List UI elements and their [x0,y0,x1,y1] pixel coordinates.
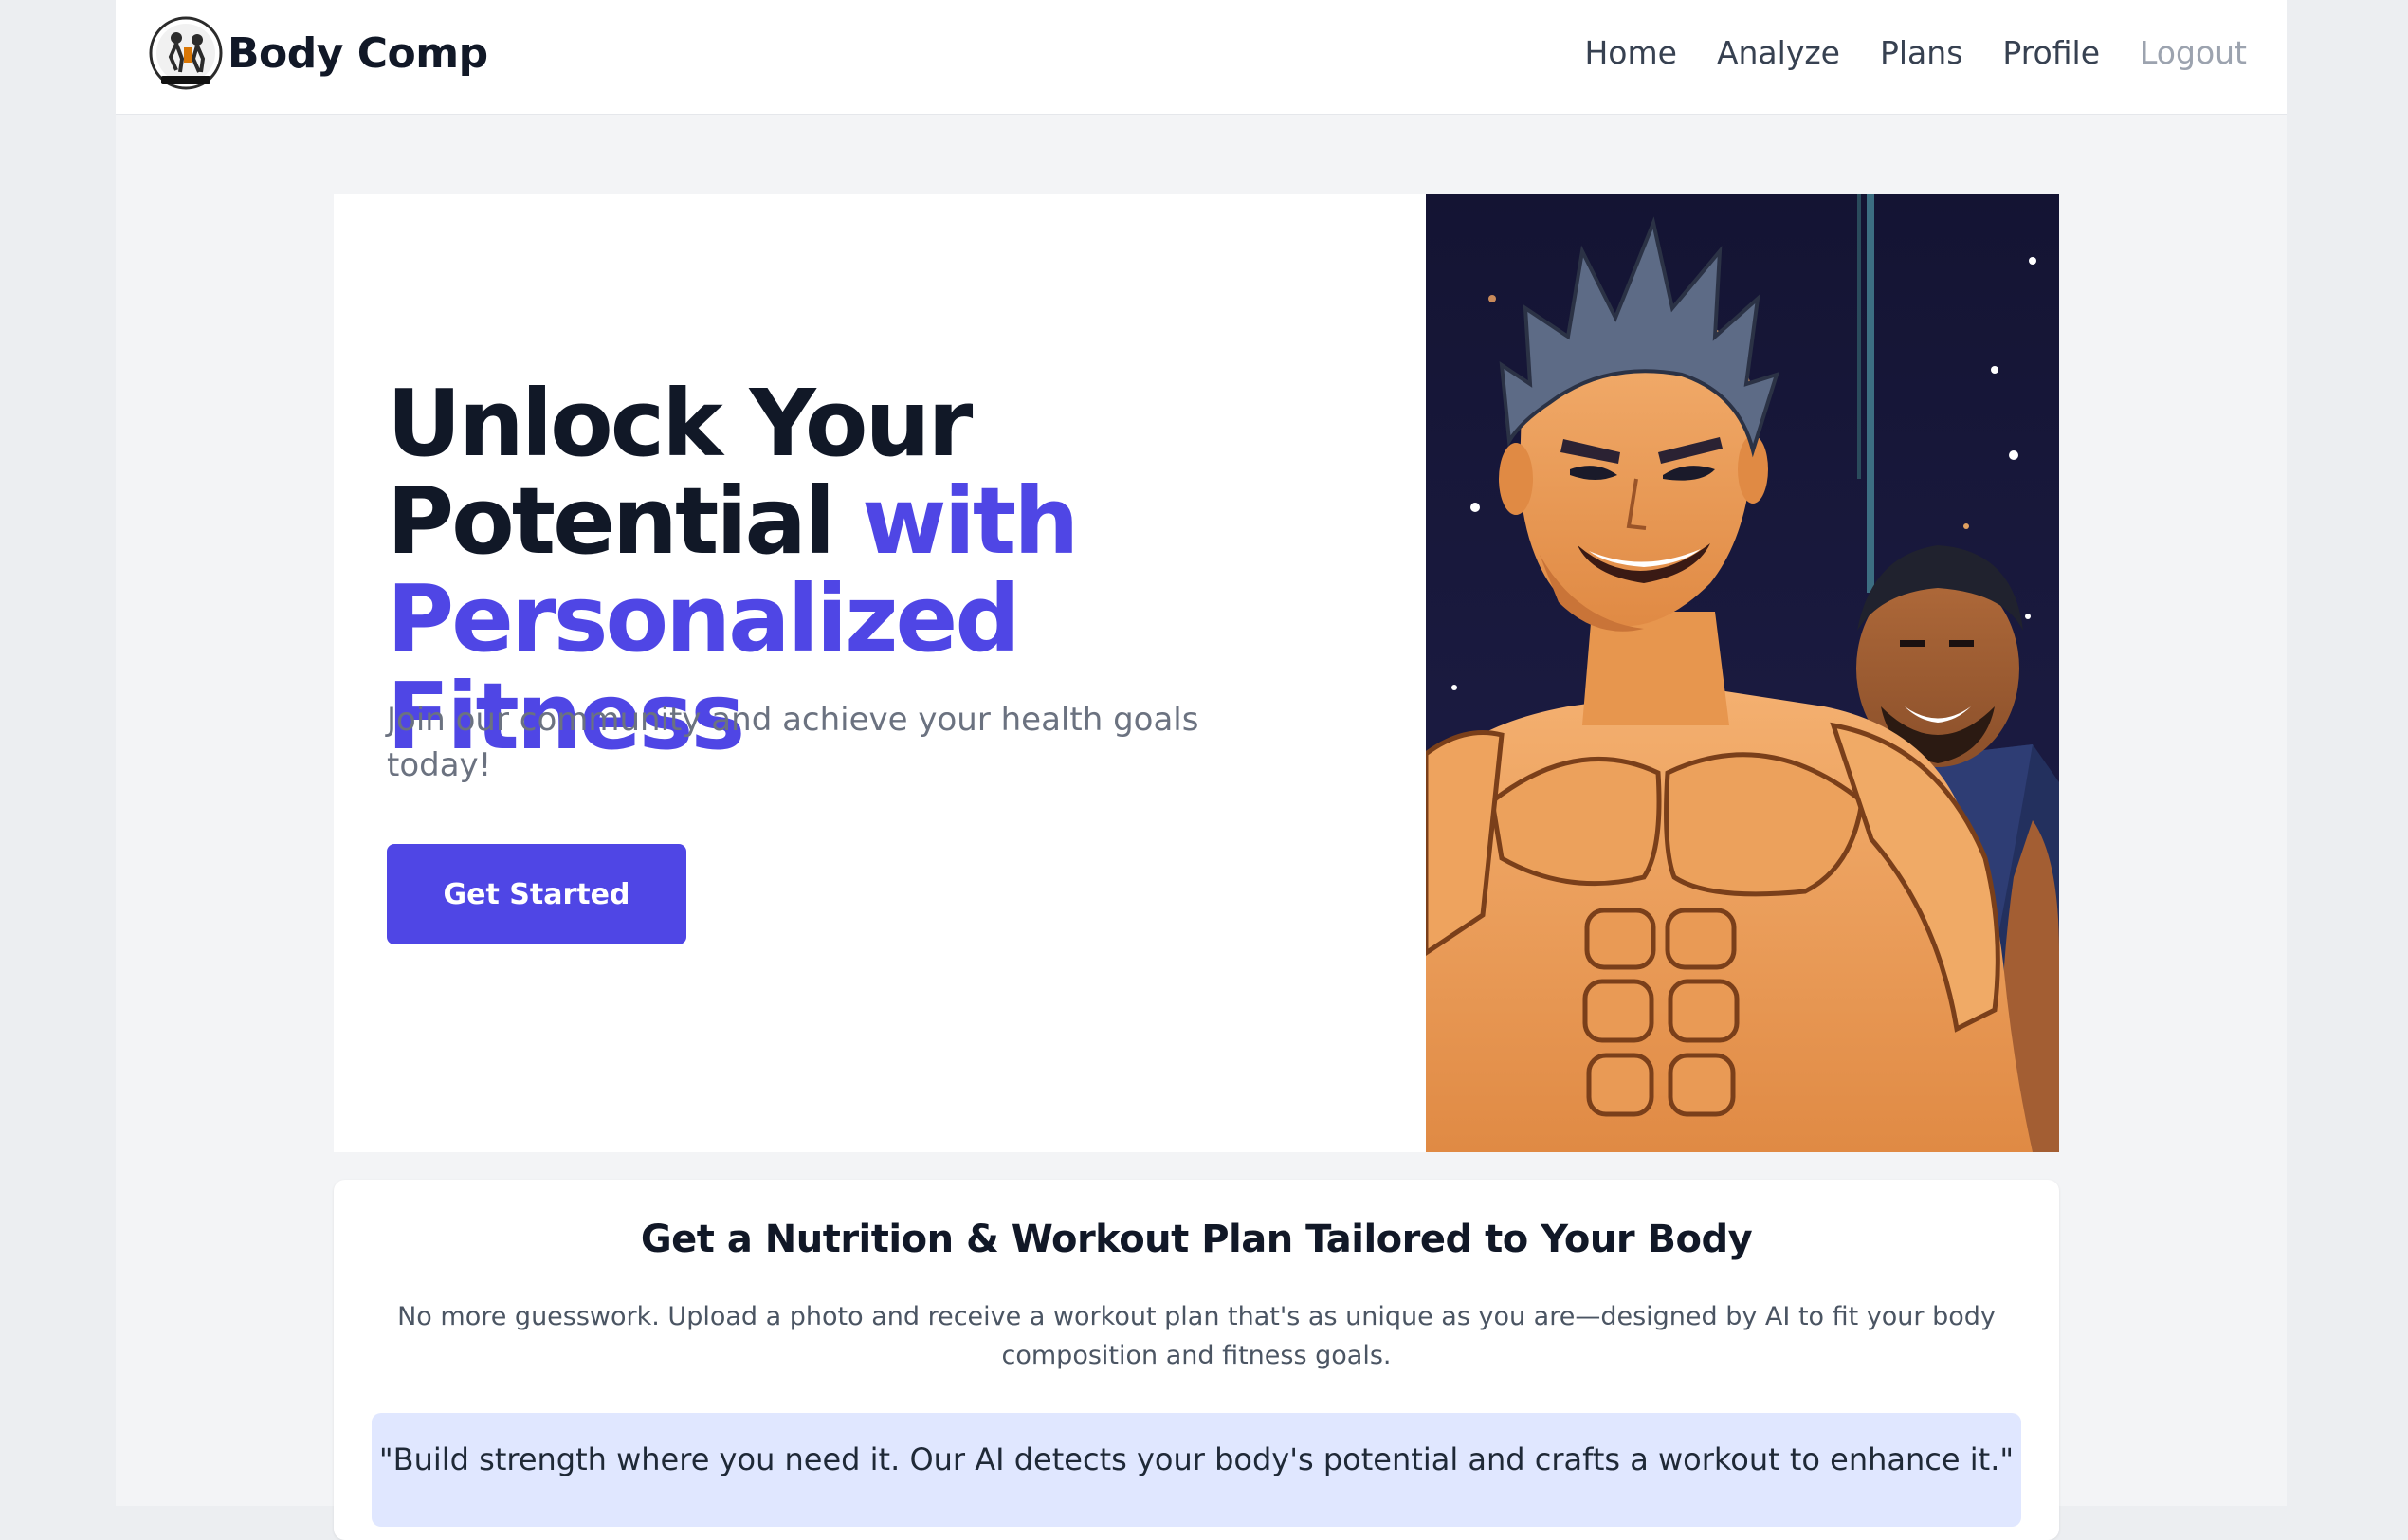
nav-link-analyze[interactable]: Analyze [1717,34,1840,71]
plan-title: Get a Nutrition & Workout Plan Tailored … [640,1218,1753,1261]
page-container: Body Comp Home Analyze Plans Profile Log… [116,0,2287,1540]
nav-link-profile[interactable]: Profile [2002,34,2100,71]
hero-subtitle: Join our community and achieve your heal… [387,701,1199,784]
hero-title-line1: Unlock Your [387,370,973,477]
quote-box: "Build strength where you need it. Our A… [372,1413,2021,1527]
brand-link[interactable]: Body Comp [148,15,488,91]
hero-section: Unlock Your Potential with Personalized … [334,194,2059,1152]
hero-image [1426,194,2059,1152]
plan-card: Get a Nutrition & Workout Plan Tailored … [334,1180,2059,1540]
hero-title-line2-accent: with [862,468,1079,575]
plan-description: No more guesswork. Upload a photo and re… [397,1302,1996,1370]
brand-name: Body Comp [228,28,488,78]
nav-link-logout[interactable]: Logout [2140,34,2247,71]
logo-icon [148,15,224,91]
navbar: Body Comp Home Analyze Plans Profile Log… [116,0,2287,115]
nav-links: Home Analyze Plans Profile Logout [1584,28,2247,76]
nav-link-home[interactable]: Home [1584,34,1676,71]
anime-muscular-men-illustration-icon [1426,194,2059,1152]
hero-title-line2: Potential [387,468,863,575]
nav-link-plans[interactable]: Plans [1880,34,1962,71]
quote-text: "Build strength where you need it. Our A… [378,1441,2015,1477]
get-started-button[interactable]: Get Started [387,844,686,944]
